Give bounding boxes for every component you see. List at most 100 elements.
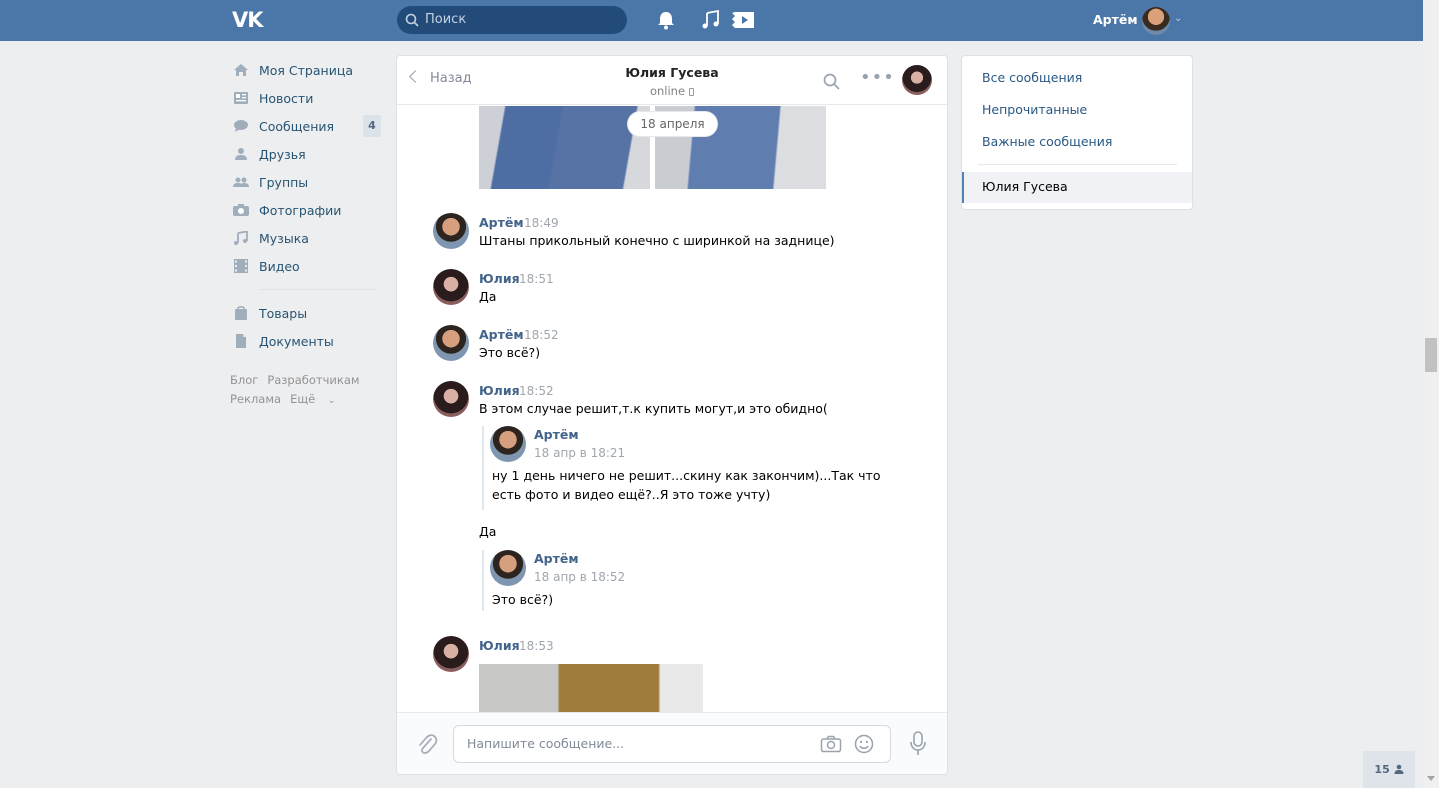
document-icon bbox=[236, 334, 246, 348]
nav-label: Группы bbox=[259, 174, 309, 190]
message-time[interactable]: 18:52 bbox=[524, 328, 559, 342]
nav-footer: Блог Разработчикам Реклама Ещё ⌄ bbox=[230, 371, 380, 411]
search-box[interactable]: Поиск bbox=[397, 6, 627, 34]
news-icon bbox=[234, 92, 248, 104]
footer-link-ads[interactable]: Реклама bbox=[230, 392, 281, 406]
music-icon bbox=[234, 231, 248, 245]
nav-item-messages[interactable]: Сообщения 4 bbox=[230, 112, 381, 140]
message-text: Да bbox=[479, 289, 497, 304]
message-text: В этом случае решит,т.к купить могут,и э… bbox=[479, 401, 828, 416]
nav-item-friends[interactable]: Друзья bbox=[230, 140, 380, 168]
avatar[interactable] bbox=[490, 426, 526, 462]
conversation-tab-label: Юлия Гусева bbox=[982, 179, 1068, 194]
nav-item-news[interactable]: Новости bbox=[230, 84, 380, 112]
video-play-icon[interactable] bbox=[732, 10, 756, 30]
search-icon[interactable] bbox=[823, 73, 840, 90]
messages-count-badge: 4 bbox=[363, 115, 381, 137]
forwarded-message[interactable]: Артём 18 апр в 18:52 Это всё?) bbox=[482, 550, 682, 611]
message-time[interactable]: 18:52 bbox=[519, 384, 554, 398]
message-time[interactable]: 18:49 bbox=[524, 216, 559, 230]
avatar[interactable] bbox=[433, 269, 469, 305]
message-author[interactable]: Артём bbox=[479, 327, 524, 342]
film-icon bbox=[234, 259, 248, 273]
online-friends-counter[interactable]: 15 bbox=[1363, 751, 1415, 788]
nav-label: Видео bbox=[259, 258, 300, 274]
user-avatar bbox=[1142, 7, 1170, 35]
mobile-icon bbox=[689, 88, 695, 96]
person-icon bbox=[1394, 764, 1404, 774]
message-time[interactable]: 18:51 bbox=[519, 272, 554, 286]
footer-link-developers[interactable]: Разработчикам bbox=[267, 373, 359, 387]
nav-label: Сообщения bbox=[259, 118, 335, 134]
nav-item-photos[interactable]: Фотографии bbox=[230, 196, 380, 224]
paperclip-icon[interactable] bbox=[416, 733, 438, 757]
peer-status-text: online bbox=[649, 84, 686, 98]
music-icon[interactable] bbox=[700, 10, 722, 30]
message-author[interactable]: Юлия bbox=[479, 271, 520, 286]
avatar[interactable] bbox=[433, 325, 469, 361]
avatar[interactable] bbox=[433, 381, 469, 417]
emoji-icon[interactable] bbox=[854, 734, 874, 754]
microphone-icon[interactable] bbox=[909, 731, 927, 757]
message-text: Да bbox=[479, 524, 497, 539]
nav-label: Фотографии bbox=[259, 202, 342, 218]
photo-attachment[interactable] bbox=[479, 106, 650, 189]
nav-label: Товары bbox=[259, 305, 308, 321]
messages-filter-panel: Все сообщения Непрочитанные Важные сообщ… bbox=[961, 55, 1193, 210]
scrollbar-thumb[interactable] bbox=[1425, 338, 1437, 372]
groups-icon bbox=[233, 177, 249, 187]
left-navigation: Моя Страница Новости Сообщения 4 Друзья … bbox=[230, 56, 381, 411]
message-author[interactable]: Юлия bbox=[479, 638, 520, 653]
vk-logo[interactable]: VK bbox=[232, 9, 266, 31]
footer-link-blog[interactable]: Блог bbox=[230, 373, 258, 387]
photo-attachment[interactable] bbox=[479, 664, 703, 712]
bag-icon bbox=[235, 306, 247, 320]
message-author[interactable]: Юлия bbox=[479, 383, 520, 398]
bell-icon[interactable] bbox=[655, 10, 677, 30]
avatar[interactable] bbox=[433, 636, 469, 672]
forwarded-message[interactable]: Артём 18 апр в 18:21 ну 1 день ничего не… bbox=[482, 426, 880, 510]
divider bbox=[978, 164, 1177, 165]
message-text: Штаны прикольный конечно с ширинкой на з… bbox=[479, 233, 835, 248]
nav-label: Музыка bbox=[259, 230, 309, 246]
nav-item-video[interactable]: Видео bbox=[230, 252, 380, 280]
nav-item-music[interactable]: Музыка bbox=[230, 224, 380, 252]
messages-icon bbox=[234, 120, 248, 132]
online-count-value: 15 bbox=[1374, 763, 1390, 776]
camera-icon[interactable] bbox=[820, 735, 842, 753]
nav-label: Моя Страница bbox=[259, 62, 353, 78]
filter-unread[interactable]: Непрочитанные bbox=[982, 102, 1087, 117]
message-text: Это всё?) bbox=[479, 345, 541, 360]
page-scrollbar[interactable] bbox=[1423, 0, 1439, 788]
more-icon[interactable]: ••• bbox=[860, 69, 895, 87]
chat-header: Назад Юлия Гусева online ••• bbox=[397, 56, 947, 105]
scroll-down-arrow[interactable] bbox=[1427, 776, 1435, 781]
filter-important[interactable]: Важные сообщения bbox=[982, 134, 1112, 149]
avatar[interactable] bbox=[490, 550, 526, 586]
compose-bar: Напишите сообщение... bbox=[397, 712, 947, 774]
date-separator: 18 апреля bbox=[628, 112, 717, 136]
filter-all-messages[interactable]: Все сообщения bbox=[982, 70, 1082, 85]
footer-link-more[interactable]: Ещё ⌄ bbox=[290, 392, 344, 406]
message-history[interactable]: 18 апреля Артём 18:49 Штаны прикольный к… bbox=[397, 106, 947, 712]
nav-item-my-page[interactable]: Моя Страница bbox=[230, 56, 380, 84]
forwarded-author[interactable]: Артём bbox=[534, 551, 579, 566]
message-input[interactable]: Напишите сообщение... bbox=[453, 725, 891, 763]
nav-item-groups[interactable]: Группы bbox=[230, 168, 380, 196]
friends-icon bbox=[235, 148, 247, 160]
forwarded-author[interactable]: Артём bbox=[534, 427, 579, 442]
nav-item-goods[interactable]: Товары bbox=[230, 299, 380, 327]
peer-avatar[interactable] bbox=[902, 65, 932, 95]
forwarded-text: Это всё?) bbox=[492, 592, 554, 607]
message-time[interactable]: 18:53 bbox=[519, 639, 554, 653]
chevron-down-icon: ⌄ bbox=[1174, 13, 1183, 24]
conversation-tab-active[interactable]: Юлия Гусева bbox=[962, 172, 1192, 203]
home-icon bbox=[234, 64, 248, 76]
forwarded-time[interactable]: 18 апр в 18:52 bbox=[534, 570, 625, 584]
avatar[interactable] bbox=[433, 213, 469, 249]
nav-item-documents[interactable]: Документы bbox=[230, 327, 380, 355]
nav-label: Новости bbox=[259, 90, 314, 106]
forwarded-time[interactable]: 18 апр в 18:21 bbox=[534, 446, 625, 460]
top-bar: VK Поиск Артём ⌄ bbox=[0, 0, 1423, 41]
message-author[interactable]: Артём bbox=[479, 215, 524, 230]
